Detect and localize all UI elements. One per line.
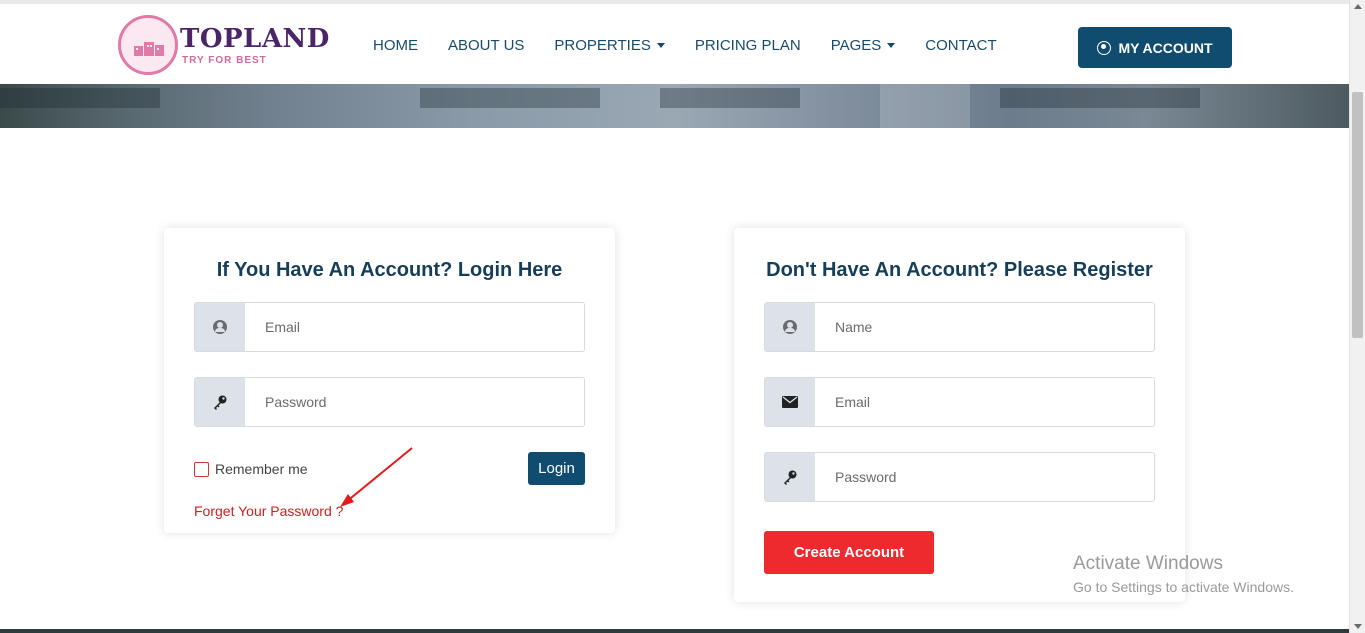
caret-down-icon [656, 43, 665, 48]
nav-properties[interactable]: PROPERTIES [554, 37, 665, 54]
nav-home-label: HOME [373, 37, 418, 54]
nav-properties-label: PROPERTIES [554, 37, 651, 54]
nav-contact[interactable]: CONTACT [925, 37, 996, 54]
key-icon [784, 470, 797, 485]
register-card: Don't Have An Account? Please Register C… [734, 228, 1185, 602]
caret-down-icon [887, 43, 896, 48]
user-circle-icon [1097, 40, 1112, 55]
site-logo[interactable]: TOPLAND TRY FOR BEST [118, 14, 329, 78]
nav-pages-label: PAGES [830, 37, 882, 54]
activate-windows-watermark: Activate Windows Go to Settings to activ… [1073, 553, 1294, 595]
login-email-field [194, 302, 585, 352]
login-title: If You Have An Account? Login Here [216, 259, 563, 281]
login-password-field [194, 377, 585, 427]
user-icon-box [195, 303, 245, 351]
main-nav: HOME ABOUT US PROPERTIES PRICING PLAN PA… [373, 37, 1027, 54]
key-icon-box [195, 378, 245, 426]
register-password-input[interactable] [815, 453, 1154, 501]
my-account-label: MY ACCOUNT [1118, 39, 1213, 56]
login-password-input[interactable] [245, 378, 584, 426]
scroll-down-icon[interactable] [1354, 624, 1362, 629]
register-email-field [764, 377, 1155, 427]
key-icon-box [765, 453, 815, 501]
nav-pricing-plan[interactable]: PRICING PLAN [695, 37, 801, 54]
register-password-field [764, 452, 1155, 502]
scrollbar-thumb[interactable] [1352, 92, 1363, 338]
nav-contact-label: CONTACT [925, 37, 997, 54]
remember-checkbox[interactable] [194, 461, 209, 477]
register-name-input[interactable] [815, 303, 1154, 351]
remember-me[interactable]: Remember me [194, 461, 308, 477]
forgot-password-link[interactable]: Forget Your Password ? [194, 503, 343, 519]
login-button[interactable]: Login [528, 452, 585, 485]
nav-about-us[interactable]: ABOUT US [448, 37, 524, 54]
logo-emblem [118, 15, 178, 75]
key-icon [214, 395, 227, 410]
nav-pricing-label: PRICING PLAN [694, 37, 801, 54]
annotation-arrow [340, 447, 413, 507]
envelope-icon-box [765, 378, 815, 426]
watermark-subtitle: Go to Settings to activate Windows. [1073, 579, 1294, 595]
user-icon [783, 320, 797, 334]
envelope-icon [782, 396, 798, 408]
logo-title: TOPLAND [180, 24, 330, 54]
footer-edge [0, 629, 1349, 633]
login-email-input[interactable] [245, 303, 584, 351]
watermark-title: Activate Windows [1073, 553, 1223, 574]
remember-label: Remember me [215, 461, 308, 477]
nav-home[interactable]: HOME [373, 37, 418, 54]
hero-banner-image [0, 84, 1349, 128]
scroll-up-icon[interactable] [1354, 4, 1362, 9]
nav-about-label: ABOUT US [448, 37, 525, 54]
vertical-scrollbar[interactable] [1349, 0, 1365, 633]
register-email-input[interactable] [815, 378, 1154, 426]
user-icon [213, 320, 227, 334]
register-name-field [764, 302, 1155, 352]
site-header: TOPLAND TRY FOR BEST HOME ABOUT US PROPE… [0, 0, 1349, 84]
logo-tagline: TRY FOR BEST [182, 55, 267, 66]
create-account-button[interactable]: Create Account [764, 531, 934, 574]
register-title: Don't Have An Account? Please Register [766, 259, 1153, 281]
my-account-button[interactable]: MY ACCOUNT [1078, 27, 1232, 68]
user-icon-box [765, 303, 815, 351]
nav-pages[interactable]: PAGES [831, 37, 896, 54]
building-icon [134, 42, 164, 56]
